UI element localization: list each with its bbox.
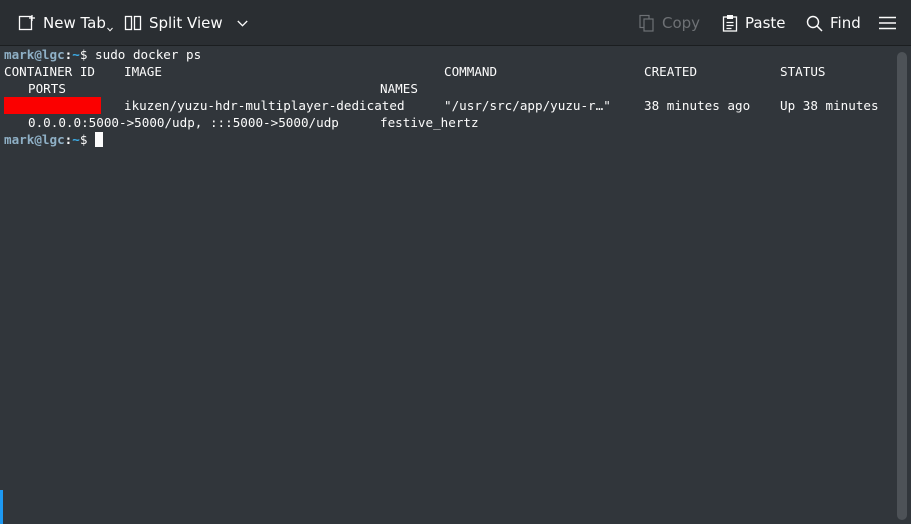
row-names: festive_hertz — [380, 115, 479, 130]
split-view-icon — [124, 14, 142, 32]
header-ports: PORTS — [28, 81, 66, 96]
active-view-marker — [0, 490, 3, 524]
prompt-dollar: $ — [79, 132, 88, 147]
copy-icon — [639, 14, 655, 32]
header-line: CONTAINER ID IMAGE COMMAND CREATED STATU… — [4, 63, 889, 80]
new-tab-label: New Tab — [43, 14, 106, 32]
command-line: mark@lgc:~$ sudo docker ps — [4, 46, 201, 63]
header-image: IMAGE — [124, 64, 162, 79]
header-line-wrapped: PORTS NAMES — [4, 80, 889, 97]
prompt-path: ~ — [72, 132, 80, 147]
row-image: ikuzen/yuzu-hdr-multiplayer-dedicated — [124, 98, 405, 113]
row-created: 38 minutes ago — [644, 98, 751, 113]
scrollbar-thumb[interactable] — [897, 52, 907, 520]
terminal-view[interactable]: mark@lgc:~$ sudo docker ps CONTAINER ID … — [0, 46, 893, 524]
prompt-line: mark@lgc:~$ — [4, 131, 104, 148]
chevron-down-icon — [236, 20, 248, 27]
new-tab-button[interactable]: New Tab — [18, 0, 113, 46]
find-label: Find — [830, 14, 861, 32]
split-view-label: Split View — [149, 14, 223, 32]
new-tab-icon — [18, 14, 36, 32]
prompt-path: ~ — [72, 47, 80, 62]
paste-button[interactable]: Paste — [722, 0, 786, 46]
text-cursor — [95, 132, 104, 147]
new-tab-dropdown-icon — [107, 27, 113, 32]
header-command: COMMAND — [444, 64, 498, 79]
header-created: CREATED — [644, 64, 698, 79]
paste-icon — [722, 14, 738, 32]
hamburger-menu-icon — [879, 16, 896, 30]
copy-label: Copy — [662, 14, 701, 32]
split-view-button[interactable]: Split View — [124, 0, 248, 46]
prompt-user: mark@lgc — [4, 132, 65, 147]
paste-label: Paste — [745, 14, 786, 32]
redacted-container-id — [4, 97, 101, 114]
find-button[interactable]: Find — [806, 0, 861, 46]
header-container-id: CONTAINER ID — [4, 64, 95, 79]
hamburger-menu-button[interactable] — [879, 0, 896, 46]
row-command: "/usr/src/app/yuzu-r…" — [444, 98, 611, 113]
terminal-output: mark@lgc:~$ sudo docker ps CONTAINER ID … — [4, 46, 879, 346]
row-status: Up 38 minutes — [780, 98, 879, 113]
row-ports: 0.0.0.0:5000->5000/udp, :::5000->5000/ud… — [28, 115, 339, 130]
command-text: sudo docker ps — [87, 47, 202, 62]
prompt-user: mark@lgc — [4, 47, 65, 62]
vertical-scrollbar[interactable] — [893, 46, 911, 524]
search-icon — [806, 15, 823, 32]
container-row: ikuzen/yuzu-hdr-multiplayer-dedicated "/… — [4, 97, 889, 114]
container-row-wrapped: 0.0.0.0:5000->5000/udp, :::5000->5000/ud… — [4, 114, 889, 131]
header-names: NAMES — [380, 81, 418, 96]
header-status: STATUS — [780, 64, 826, 79]
copy-button[interactable]: Copy — [639, 0, 700, 46]
toolbar: New Tab Split View Copy Paste Find — [0, 0, 911, 46]
